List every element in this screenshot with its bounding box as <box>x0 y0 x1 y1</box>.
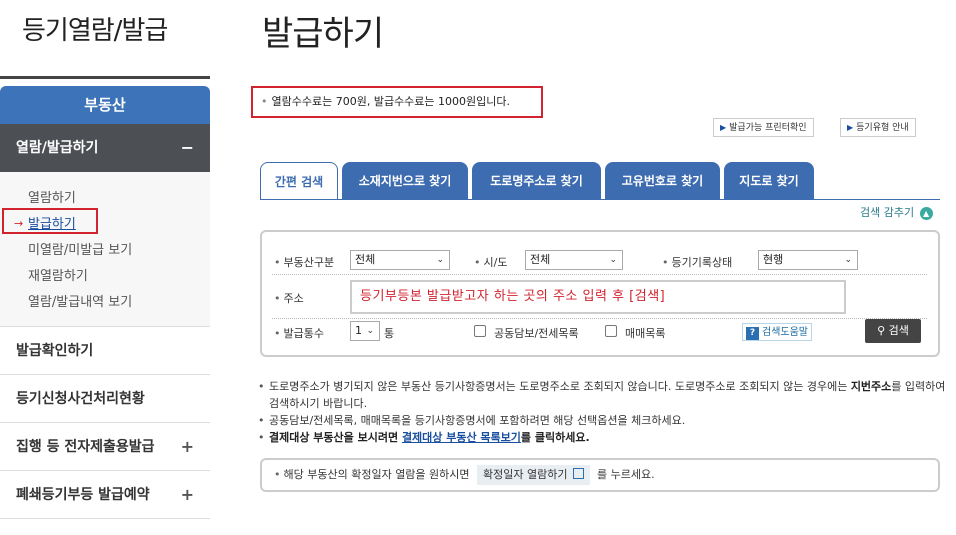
copies-select[interactable]: 1 ⌄ <box>350 321 380 341</box>
submenu-item-review[interactable]: 재열람하기 <box>28 265 88 284</box>
confirm-date-button[interactable]: 확정일자 열람하기 <box>477 465 590 485</box>
menu-closed-registry[interactable]: 폐쇄등기부등 발급예약 + <box>0 471 210 519</box>
joint-collateral-label: 공동담보/전세목록 <box>494 327 579 340</box>
region-label: • 시/도 <box>474 256 508 269</box>
expand-icon[interactable]: + <box>181 423 194 471</box>
sales-list-checkbox[interactable] <box>605 325 617 337</box>
chevron-down-icon: ⌄ <box>609 255 617 265</box>
note-item: • 도로명주소가 병기되지 않은 부동산 등기사항증명서는 도로명주소로 조회되지… <box>258 380 946 410</box>
category-real-estate[interactable]: 부동산 <box>0 86 210 124</box>
fee-notice-text: 열람수수료는 700원, 발급수수료는 1000원입니다. <box>271 95 511 108</box>
note-item: • 결제대상 부동산을 보시려면 결제대상 부동산 목록보기를 클릭하세요. <box>258 431 590 444</box>
payment-list-link[interactable]: 결제대상 부동산 목록보기 <box>402 431 521 444</box>
search-button[interactable]: ⚲ 검색 <box>865 319 921 343</box>
divider <box>272 274 927 275</box>
fee-notice: • 열람수수료는 700원, 발급수수료는 1000원입니다. <box>251 86 543 118</box>
tab-map[interactable]: 지도로 찾기 <box>724 162 814 200</box>
menu-label: 등기신청사건처리현황 <box>16 391 145 407</box>
tab-simple-search[interactable]: 간편 검색 <box>260 162 338 200</box>
confirm-date-info: • 해당 부동산의 확정일자 열람을 원하시면 확정일자 열람하기 를 누르세요. <box>260 458 940 492</box>
toggle-label: 검색 감추기 <box>860 206 915 219</box>
menu-electronic-submit[interactable]: 집행 등 전자제출용발급 + <box>0 423 210 471</box>
bullet-icon: • <box>261 95 268 108</box>
divider <box>0 76 210 79</box>
page-title: 발급하기 <box>262 14 384 54</box>
submenu: 열람하기 → 발급하기 미열람/미발급 보기 재열람하기 열람/발급내역 보기 <box>0 172 210 327</box>
menu-label: 발급확인하기 <box>16 343 94 359</box>
search-help-button[interactable]: ? 검색도움말 <box>742 323 812 341</box>
select-value: 전체 <box>530 253 551 266</box>
address-input[interactable]: 등기부등본 발급받고자 하는 곳의 주소 입력 후 [검색] <box>350 280 846 314</box>
property-type-select[interactable]: 전체 ⌄ <box>350 250 450 270</box>
section-label: 열람/발급하기 <box>16 140 99 156</box>
search-form: • 부동산구분 전체 ⌄ • 시/도 전체 ⌄ • 등기기록상태 현행 ⌄ • 주소 등기부등… <box>260 230 940 357</box>
tab-unique-number[interactable]: 고유번호로 찾기 <box>605 162 720 200</box>
button-label: 검색도움말 <box>762 327 808 338</box>
divider <box>260 199 940 200</box>
menu-label: 집행 등 전자제출용발급 <box>16 439 155 455</box>
address-label: • 주소 <box>274 292 304 305</box>
copies-label: • 발급통수 <box>274 327 324 340</box>
button-label: 확정일자 열람하기 <box>483 468 568 481</box>
active-item-highlight <box>2 208 98 234</box>
search-icon: ⚲ <box>877 324 886 337</box>
button-label: 등기유형 안내 <box>856 123 909 133</box>
submenu-item-unviewed[interactable]: 미열람/미발급 보기 <box>28 239 132 258</box>
menu-case-status[interactable]: 등기신청사건처리현황 <box>0 375 210 423</box>
submenu-item-history[interactable]: 열람/발급내역 보기 <box>28 291 132 310</box>
note-item: • 공동담보/전세목록, 매매목록을 등기사항증명서에 포함하려면 해당 선택옵션… <box>258 414 686 427</box>
info-text: 를 누르세요. <box>597 468 655 481</box>
printer-check-button[interactable]: ▶ 발급가능 프린터확인 <box>713 118 814 137</box>
tab-lot-number[interactable]: 소재지번으로 찾기 <box>342 162 468 200</box>
button-label: 발급가능 프린터확인 <box>729 123 807 133</box>
chevron-down-icon: ⌄ <box>844 255 852 265</box>
external-link-icon <box>572 468 584 479</box>
button-label: 검색 <box>888 324 909 337</box>
property-type-label: • 부동산구분 <box>274 256 335 269</box>
registry-type-button[interactable]: ▶ 등기유형 안내 <box>840 118 916 137</box>
sidebar: 등기열람/발급 부동산 열람/발급하기 − 열람하기 → 발급하기 미열람/미발… <box>0 0 210 535</box>
chevron-down-icon: ⌄ <box>436 255 444 265</box>
record-status-select[interactable]: 현행 ⌄ <box>758 250 858 270</box>
select-value: 현행 <box>763 253 784 266</box>
info-text: 해당 부동산의 확정일자 열람을 원하시면 <box>283 468 470 481</box>
triangle-right-icon: ▶ <box>847 123 854 132</box>
menu-issue-confirm[interactable]: 발급확인하기 <box>0 327 210 375</box>
copies-unit: 통 <box>384 327 395 340</box>
sidebar-brand: 등기열람/발급 <box>22 16 168 46</box>
select-value: 전체 <box>355 253 376 266</box>
tab-road-address[interactable]: 도로명주소로 찾기 <box>472 162 601 200</box>
chevron-down-icon: ⌄ <box>366 326 374 336</box>
main-content: 발급하기 • 열람수수료는 700원, 발급수수료는 1000원입니다. ▶ 발급가… <box>250 0 956 535</box>
divider <box>272 318 927 319</box>
joint-collateral-checkbox[interactable] <box>474 325 486 337</box>
section-view-issue[interactable]: 열람/발급하기 − <box>0 124 210 172</box>
expand-icon[interactable]: + <box>181 471 194 519</box>
notes: • 도로명주소가 병기되지 않은 부동산 등기사항증명서는 도로명주소로 조회되지… <box>258 378 948 446</box>
triangle-right-icon: ▶ <box>720 123 727 132</box>
record-status-label: • 등기기록상태 <box>662 256 733 269</box>
hide-search-toggle[interactable]: 검색 감추기 ▲ <box>860 204 933 220</box>
select-value: 1 <box>355 324 362 337</box>
question-icon: ? <box>746 327 759 340</box>
collapse-icon[interactable]: − <box>181 124 194 172</box>
region-select[interactable]: 전체 ⌄ <box>525 250 623 270</box>
submenu-item-view[interactable]: 열람하기 <box>28 187 76 206</box>
chevron-up-icon: ▲ <box>919 207 933 220</box>
menu-label: 폐쇄등기부등 발급예약 <box>16 487 150 503</box>
sales-list-label: 매매목록 <box>625 327 666 340</box>
